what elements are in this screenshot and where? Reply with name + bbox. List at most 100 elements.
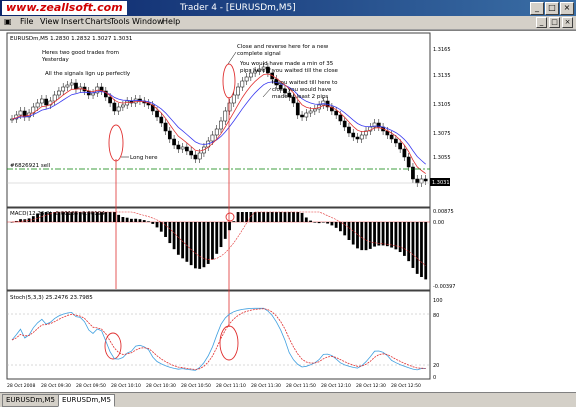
menu-charts[interactable]: Charts bbox=[85, 17, 111, 26]
moving-average-red bbox=[11, 73, 426, 174]
arrow-line bbox=[262, 87, 272, 98]
macd-bar bbox=[95, 212, 99, 222]
close-button[interactable]: × bbox=[560, 2, 574, 15]
main-chart-header: EURUSDm,M5 1.2830 1.2832 1.3027 1.3031 bbox=[10, 36, 132, 42]
macd-bar bbox=[83, 212, 86, 222]
annotation-text: close you would have bbox=[272, 87, 332, 93]
candle-body bbox=[312, 108, 317, 112]
mdi-close-button[interactable]: × bbox=[562, 17, 573, 28]
macd-bar bbox=[74, 212, 78, 222]
menu-help[interactable]: Help bbox=[162, 17, 180, 26]
maximize-button[interactable]: □ bbox=[545, 2, 559, 15]
macd-bar bbox=[275, 212, 278, 222]
macd-bar bbox=[360, 222, 364, 251]
menu-view[interactable]: View bbox=[40, 17, 59, 26]
macd-bar bbox=[292, 212, 295, 222]
macd-bar bbox=[91, 212, 95, 222]
candlesticks bbox=[10, 63, 428, 187]
menu-insert[interactable]: Insert bbox=[61, 17, 84, 26]
main-pane[interactable] bbox=[6, 32, 431, 208]
candle-body bbox=[65, 84, 70, 88]
stoch-pane[interactable] bbox=[6, 290, 431, 380]
macd-scale-label: 0.00 bbox=[433, 220, 444, 226]
candle-body bbox=[244, 76, 249, 82]
macd-bar bbox=[407, 222, 411, 262]
macd-signal-line bbox=[11, 211, 426, 266]
menu-file[interactable]: File bbox=[20, 17, 33, 26]
macd-bar bbox=[339, 222, 342, 232]
time-axis-label: 28 Oct 12:50 bbox=[391, 383, 421, 389]
macd-bar bbox=[138, 219, 142, 222]
tab-chart-1[interactable]: EURUSDm,M5 bbox=[2, 394, 59, 407]
highlight-circle bbox=[219, 325, 239, 361]
candle-body bbox=[419, 178, 424, 184]
macd-bar bbox=[415, 222, 419, 274]
chart-window[interactable]: EURUSDm,M5 1.2830 1.2832 1.3027 1.3031 #… bbox=[0, 30, 576, 393]
candle-body bbox=[402, 148, 407, 158]
macd-bar bbox=[223, 222, 227, 239]
candle-body bbox=[219, 120, 223, 130]
macd-bar bbox=[176, 222, 180, 255]
window-title: Trader 4 - [EURUSDm,M5] bbox=[180, 3, 296, 13]
macd-bar bbox=[287, 212, 291, 222]
macd-bar bbox=[381, 222, 385, 246]
macd-bar bbox=[112, 212, 116, 222]
stoch-scale-label: 80 bbox=[433, 313, 439, 319]
macd-bar bbox=[53, 212, 57, 222]
candle-body bbox=[210, 134, 215, 142]
macd-bar bbox=[300, 212, 304, 222]
macd-bar bbox=[420, 222, 423, 277]
annotation-text: Close and reverse here for a new bbox=[237, 44, 329, 50]
candle-body bbox=[227, 102, 232, 112]
macd-bar bbox=[121, 217, 125, 222]
macd-bar bbox=[326, 222, 330, 224]
candle-body bbox=[163, 122, 168, 132]
candle-body bbox=[236, 86, 240, 96]
title-bar: www.zeallsoft.com Trader 4 - [EURUSDm,M5… bbox=[0, 0, 576, 16]
macd-bar bbox=[279, 212, 283, 222]
macd-bar bbox=[66, 212, 69, 222]
candle-body bbox=[40, 98, 44, 104]
annotation-text: made at least 2 pips bbox=[272, 94, 328, 100]
menu-window[interactable]: Window bbox=[132, 17, 164, 26]
macd-bar bbox=[351, 222, 355, 245]
candle-body bbox=[231, 94, 236, 104]
minimize-button[interactable]: _ bbox=[530, 2, 544, 15]
time-axis-label: 28 Oct 11:10 bbox=[216, 383, 246, 389]
current-price: 1.3031 bbox=[432, 180, 450, 186]
candle-body bbox=[351, 132, 356, 138]
tab-chart-2[interactable]: EURUSDm,M5 bbox=[58, 394, 115, 407]
mdi-restore-button[interactable]: □ bbox=[549, 17, 560, 28]
macd-bar bbox=[245, 212, 248, 222]
macd-bar bbox=[356, 222, 359, 249]
mdi-minimize-button[interactable]: _ bbox=[536, 17, 547, 28]
candle-body bbox=[133, 98, 138, 104]
macd-bar bbox=[134, 218, 138, 222]
macd-bar bbox=[249, 212, 253, 222]
time-axis-label: 28 Oct 10:30 bbox=[146, 383, 176, 389]
highlight-circle bbox=[225, 212, 235, 222]
candle-body bbox=[74, 82, 78, 90]
macd-bar bbox=[142, 220, 146, 222]
macd-bar bbox=[321, 222, 325, 223]
time-axis-label: 28 Oct 10:50 bbox=[181, 383, 211, 389]
chart-tabs: EURUSDm,M5 EURUSDm,M5 bbox=[0, 392, 576, 407]
candle-body bbox=[347, 126, 351, 134]
macd-bar bbox=[330, 222, 334, 226]
time-axis-label: 28 Oct 10:10 bbox=[111, 383, 141, 389]
macd-bar bbox=[240, 212, 244, 222]
macd-bar bbox=[253, 212, 257, 222]
app-menu-icon[interactable]: ▣ bbox=[4, 17, 12, 26]
macd-bar bbox=[394, 222, 398, 250]
candle-body bbox=[44, 98, 48, 106]
candle-body bbox=[398, 142, 402, 150]
macd-scale-label: 0.00875 bbox=[433, 209, 454, 215]
macd-bar bbox=[57, 212, 61, 222]
stoch-main-line bbox=[11, 307, 426, 371]
candle-body bbox=[214, 128, 219, 136]
candle-body bbox=[193, 154, 198, 160]
menu-tools[interactable]: Tools bbox=[110, 17, 130, 26]
arrow-line bbox=[227, 51, 237, 65]
candle-body bbox=[172, 138, 176, 146]
candle-body bbox=[415, 178, 420, 184]
